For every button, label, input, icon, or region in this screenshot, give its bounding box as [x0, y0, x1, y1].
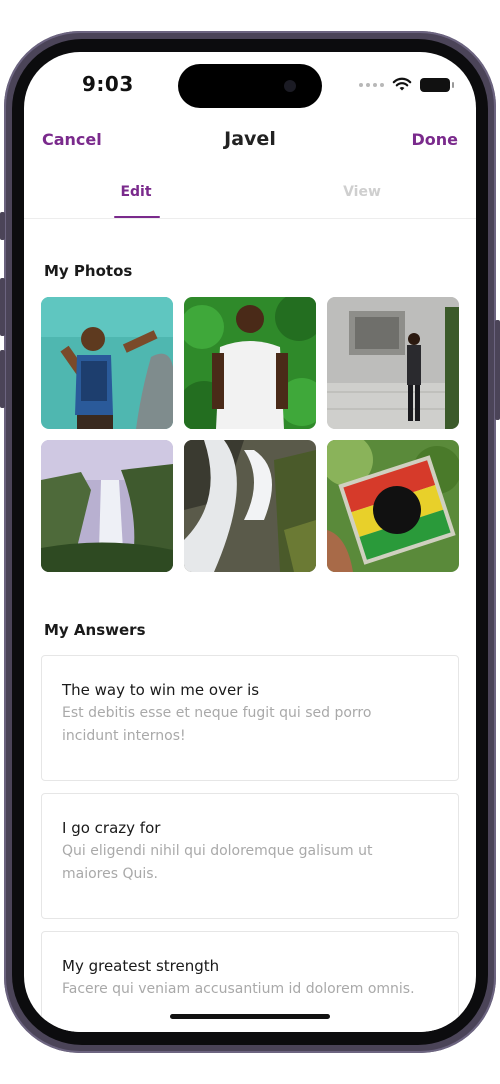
signal-dots-icon — [359, 82, 384, 87]
photo-4[interactable] — [41, 440, 173, 572]
tab-edit[interactable]: Edit — [110, 184, 162, 200]
photo-6[interactable] — [327, 440, 459, 572]
power-button — [495, 320, 500, 420]
answer-text-2: Qui eligendi nihil qui doloremque galisu… — [62, 843, 373, 882]
photo-2[interactable] — [184, 297, 316, 429]
home-indicator[interactable] — [170, 1014, 330, 1019]
status-icons — [359, 77, 454, 92]
answer-text-1: Est debitis esse et neque fugit qui sed … — [62, 705, 372, 744]
photo-man-white-shirt — [184, 297, 316, 429]
photo-1[interactable] — [41, 297, 173, 429]
photo-3[interactable] — [327, 297, 459, 429]
wifi-icon — [392, 77, 412, 91]
dynamic-island — [178, 64, 322, 108]
tab-divider — [24, 218, 476, 219]
answer-text-3: Facere qui veniam accusantium id dolorem… — [62, 981, 415, 997]
answer-question-3: My greatest strength — [62, 957, 220, 975]
camera-icon — [284, 80, 296, 92]
answer-question-2: I go crazy for — [62, 819, 161, 837]
tab-view[interactable]: View — [336, 184, 388, 200]
photo-waterfall-rocks — [184, 440, 316, 572]
done-button[interactable]: Done — [411, 130, 458, 149]
app-screen: 9:03 Cancel Javel Done Edit View My Phot… — [24, 52, 476, 1032]
answer-card-1[interactable]: The way to win me over is Est debitis es… — [41, 655, 459, 781]
photo-man-life-vest — [41, 297, 173, 429]
photo-man-stone-monument — [327, 297, 459, 429]
volume-up-button — [0, 278, 5, 336]
answer-question-1: The way to win me over is — [62, 681, 260, 699]
photo-hand-cd-case — [327, 440, 459, 572]
photo-5[interactable] — [184, 440, 316, 572]
photos-heading: My Photos — [44, 262, 133, 280]
action-button — [0, 212, 5, 240]
page-title: Javel — [224, 128, 276, 150]
answer-card-2[interactable]: I go crazy for Qui eligendi nihil qui do… — [41, 793, 459, 919]
answers-heading: My Answers — [44, 621, 146, 639]
status-time: 9:03 — [82, 72, 134, 96]
battery-icon — [420, 77, 454, 92]
volume-down-button — [0, 350, 5, 408]
photo-waterfall-valley — [41, 440, 173, 572]
